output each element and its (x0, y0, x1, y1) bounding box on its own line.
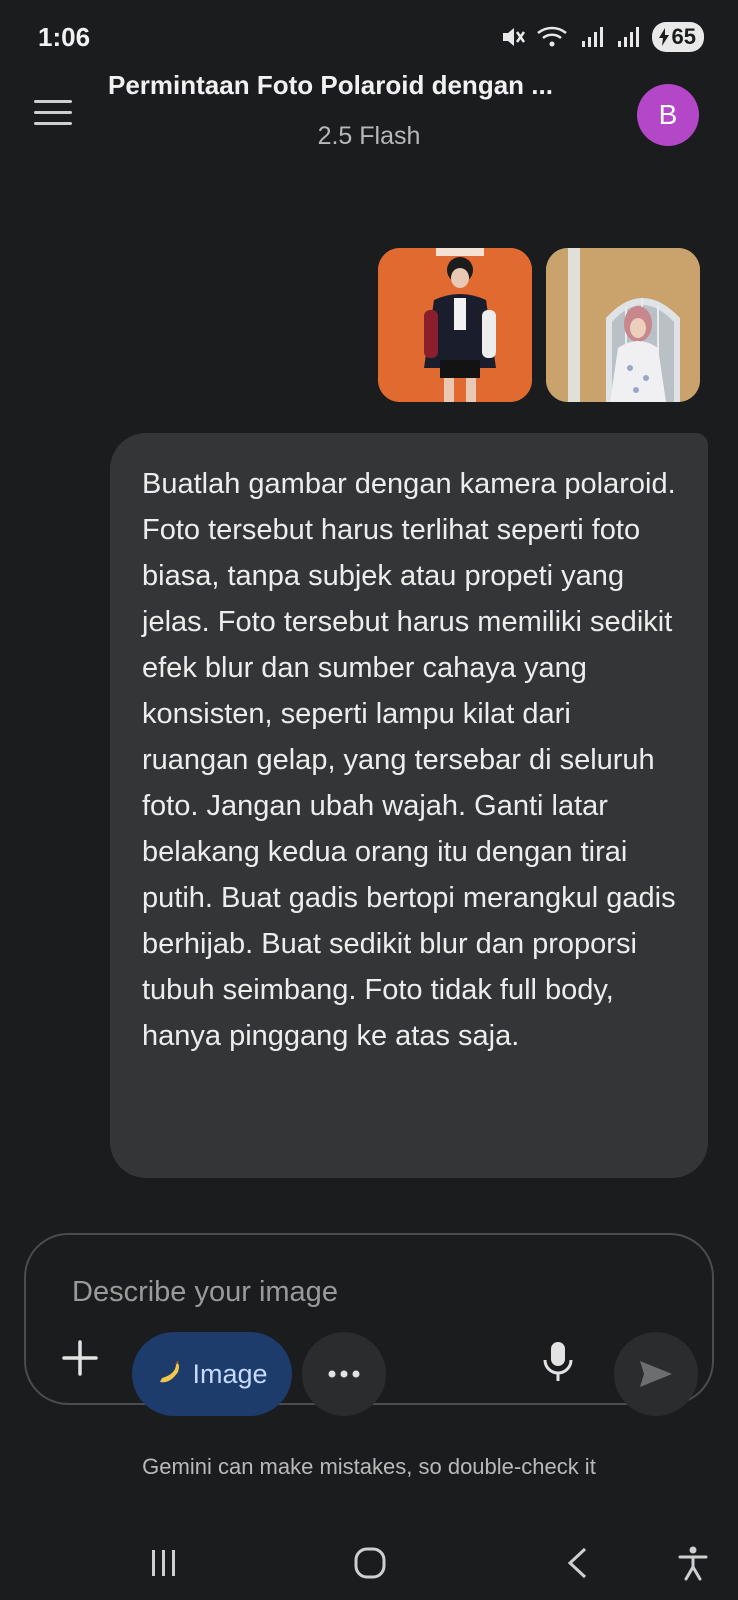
image-chip-label: Image (192, 1358, 268, 1389)
recents-button[interactable] (146, 1540, 182, 1586)
home-icon (354, 1547, 386, 1579)
photo-girl-hijab (546, 248, 700, 402)
battery-indicator: 65 (651, 22, 704, 52)
top-app-bar: Permintaan Foto Polaroid dengan ... 2.5 … (0, 60, 738, 170)
signal-icon-2 (617, 27, 639, 47)
accessibility-button[interactable] (676, 1540, 710, 1586)
mic-icon (543, 1342, 573, 1381)
send-icon (640, 1361, 672, 1387)
add-attachment-button[interactable] (60, 1338, 100, 1378)
status-time: 1:06 (38, 22, 91, 52)
model-selector[interactable]: 2.5 Flash (0, 122, 738, 151)
battery-level: 65 (671, 24, 696, 49)
attached-image-2[interactable] (546, 248, 700, 402)
conversation-title[interactable]: Permintaan Foto Polaroid dengan ... (108, 70, 628, 101)
send-button[interactable] (614, 1332, 698, 1416)
back-button[interactable] (562, 1540, 592, 1586)
avatar[interactable]: B (637, 84, 699, 146)
disclaimer-text: Gemini can make mistakes, so double-chec… (142, 1454, 596, 1479)
accessibility-icon (678, 1546, 708, 1581)
plus-icon (62, 1340, 98, 1376)
recents-icon (152, 1550, 175, 1576)
attached-image-1[interactable] (378, 248, 532, 402)
user-message-text: Buatlah gambar dengan kamera polaroid. F… (142, 468, 676, 1052)
home-button[interactable] (350, 1540, 390, 1586)
more-tools-button[interactable] (302, 1332, 386, 1416)
system-navigation-bar (0, 1530, 738, 1600)
charging-icon (658, 28, 669, 46)
mute-icon (502, 28, 525, 46)
prompt-composer: Image (24, 1233, 714, 1416)
photo-girl-cap (378, 248, 532, 402)
status-icons: 65 (500, 22, 704, 52)
menu-icon (34, 100, 72, 103)
prompt-input[interactable] (70, 1271, 634, 1313)
back-icon (567, 1547, 587, 1579)
wifi-icon (536, 26, 567, 47)
user-message-bubble[interactable]: Buatlah gambar dengan kamera polaroid. F… (110, 433, 708, 1178)
image-tool-chip[interactable]: Image (132, 1332, 292, 1416)
signal-icon (581, 27, 603, 47)
more-icon (328, 1370, 360, 1378)
microphone-button[interactable] (536, 1338, 580, 1386)
banana-icon (160, 1360, 180, 1383)
